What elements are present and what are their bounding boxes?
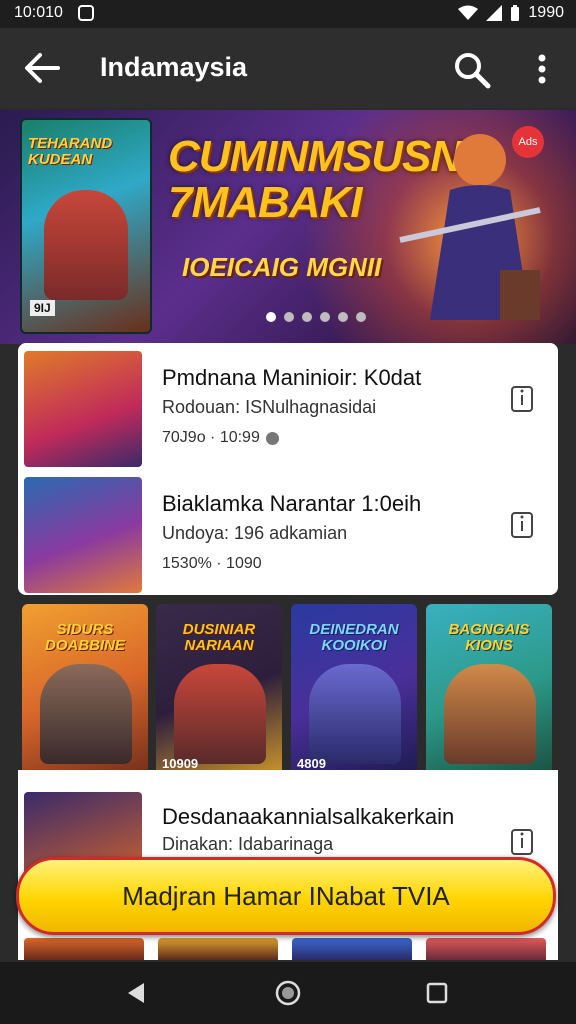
list-item[interactable]: Pmdnana Maninioir: K0dat Rodouan: ISNulh… xyxy=(18,343,558,467)
tile-character xyxy=(444,664,536,764)
more-options-icon[interactable] xyxy=(528,50,556,90)
status-bar: 10:010 1990 xyxy=(0,0,576,28)
game-tile-grid: SIDURS DOABBINE DUSINIAR NARIAAN 10909 D… xyxy=(0,600,576,790)
peek-tile[interactable] xyxy=(24,938,144,960)
game-title: Pmdnana Maninioir: K0dat xyxy=(162,365,422,390)
tile-title: BAGNGAIS KIONS xyxy=(448,621,530,654)
tile-title: DEINEDRAN KOOIKOI xyxy=(309,621,399,654)
info-icon[interactable] xyxy=(510,826,534,856)
game-tile[interactable]: SIDURS DOABBINE xyxy=(22,604,148,784)
back-arrow-icon[interactable] xyxy=(22,50,62,86)
game-title[interactable]: Desdanaakannialsalkakerkain xyxy=(162,804,454,830)
game-meta-text: 70J9o · 10:99 xyxy=(162,429,260,446)
status-battery: 1990 xyxy=(528,4,564,21)
nav-home-icon[interactable] xyxy=(275,980,301,1006)
game-meta-text: 1530% · 1090 xyxy=(162,555,262,572)
peek-tile[interactable] xyxy=(158,938,278,960)
carousel-dot[interactable] xyxy=(302,312,312,322)
carousel-dot[interactable] xyxy=(338,312,348,322)
poster-title: TEHARAND KUDEAN xyxy=(28,135,113,168)
peek-tile[interactable] xyxy=(426,938,546,960)
nav-back-icon[interactable] xyxy=(124,980,150,1006)
game-tile[interactable]: BAGNGAIS KIONS xyxy=(426,604,552,784)
game-subtitle: Dinakan: Idabarinaga xyxy=(162,834,334,854)
clock-icon xyxy=(265,431,279,445)
system-nav-bar xyxy=(0,962,576,1024)
nav-recents-icon[interactable] xyxy=(424,980,450,1006)
game-thumbnail xyxy=(24,477,142,593)
search-icon[interactable] xyxy=(452,50,492,90)
banner-subline: IOEICAIG MGNII xyxy=(182,252,382,282)
game-subtitle: Rodouan: ISNulhagnasidai xyxy=(162,397,377,417)
tile-character xyxy=(174,664,266,764)
carousel-dot[interactable] xyxy=(320,312,330,322)
tile-character xyxy=(40,664,132,764)
info-icon[interactable] xyxy=(510,383,534,413)
game-subtitle: Undoya: 196 adkamian xyxy=(162,523,348,543)
tile-badge: 4809 xyxy=(297,756,326,771)
info-icon[interactable] xyxy=(510,509,534,539)
carousel-dots[interactable] xyxy=(266,312,366,322)
tile-title: SIDURS DOABBINE xyxy=(44,621,125,654)
notification-icon xyxy=(78,5,94,21)
cta-button[interactable]: Madjran Hamar INabat TVIA xyxy=(16,857,556,935)
game-tile[interactable]: DEINEDRAN KOOIKOI 4809 xyxy=(291,604,417,784)
app-bar: Indamaysia xyxy=(0,28,576,108)
page-title: Indamaysia xyxy=(100,52,248,82)
game-thumbnail xyxy=(24,351,142,467)
ad-badge[interactable]: Ads xyxy=(512,126,544,158)
wifi-icon xyxy=(458,5,479,20)
peek-tile[interactable] xyxy=(292,938,412,960)
poster-character xyxy=(44,190,128,300)
poster-badge: 9IJ xyxy=(30,300,55,316)
carousel-dot[interactable] xyxy=(356,312,366,322)
tile-character xyxy=(309,664,401,764)
battery-icon xyxy=(511,5,520,21)
carousel-dot[interactable] xyxy=(284,312,294,322)
carousel-dot[interactable] xyxy=(266,312,276,322)
game-list-card: Pmdnana Maninioir: K0dat Rodouan: ISNulh… xyxy=(18,343,558,595)
banner-poster[interactable]: TEHARAND KUDEAN 9IJ xyxy=(20,118,152,334)
game-meta: 70J9o · 10:99 xyxy=(162,429,279,447)
game-title: Biaklamka Narantar 1:0eih xyxy=(162,491,422,516)
status-time: 10:010 xyxy=(14,4,63,21)
featured-banner[interactable]: TEHARAND KUDEAN 9IJ CUMINMSUSN 7MABAKI I… xyxy=(0,110,576,344)
signal-icon xyxy=(486,5,503,21)
tile-badge: 10909 xyxy=(162,756,199,771)
tile-title: DUSINIAR NARIAAN xyxy=(182,621,256,654)
game-tile[interactable]: DUSINIAR NARIAAN 10909 xyxy=(156,604,282,784)
list-item[interactable]: Biaklamka Narantar 1:0eih Undoya: 196 ad… xyxy=(18,469,558,593)
game-meta: 1530% · 1090 xyxy=(162,555,262,573)
